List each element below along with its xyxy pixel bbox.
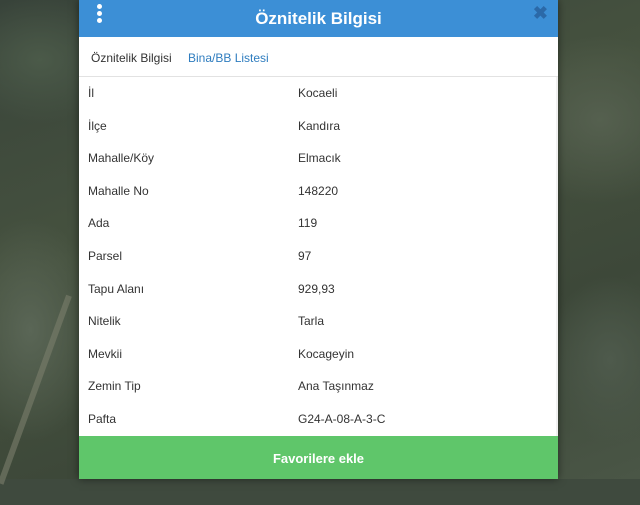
attribute-value: Elmacık (298, 151, 341, 166)
close-icon[interactable]: ✖ (533, 3, 548, 23)
tab-building-list[interactable]: Bina/BB Listesi (188, 37, 269, 76)
attribute-value: G24-A-08-A-3-C (298, 411, 386, 426)
attribute-info-modal: Öznitelik Bilgisi ✖ Öznitelik Bilgisi Bi… (79, 0, 558, 479)
attribute-key: Zemin Tip (88, 379, 141, 394)
scrollbar[interactable] (556, 77, 558, 437)
tab-bar: Öznitelik Bilgisi Bina/BB Listesi (79, 37, 558, 77)
attribute-key: Nitelik (88, 314, 121, 329)
modal-title: Öznitelik Bilgisi (255, 9, 382, 28)
table-row: Zemin Tip Ana Taşınmaz (79, 370, 558, 403)
add-to-favorites-button[interactable]: Favorilere ekle (79, 436, 558, 479)
attribute-value: Kocageyin (298, 346, 355, 361)
modal-header: Öznitelik Bilgisi ✖ (79, 0, 558, 37)
table-row: Nitelik Tarla (79, 305, 558, 338)
attribute-value: 148220 (298, 183, 339, 198)
table-row: Mahalle No 148220 (79, 175, 558, 208)
attribute-key: İl (88, 86, 94, 100)
attribute-key: Pafta (88, 411, 117, 426)
table-row: Mahalle/Köy Elmacık (79, 142, 558, 175)
attribute-key: Ada (88, 216, 110, 231)
attribute-key: Parsel (88, 248, 123, 263)
attribute-value: Kandıra (298, 118, 341, 133)
attribute-value: 929,93 (298, 281, 335, 296)
table-row: Mevkii Kocageyin (79, 338, 558, 371)
attribute-value: Tarla (298, 314, 325, 329)
attribute-value: 97 (298, 248, 312, 263)
attribute-value: 119 (298, 216, 318, 231)
table-row: Pafta G24-A-08-A-3-C (79, 403, 558, 436)
attribute-key: Mevkii (88, 346, 123, 361)
table-row: Parsel 97 (79, 240, 558, 273)
table-row: İl Kocaeli (79, 77, 558, 110)
attribute-key: Mahalle No (88, 183, 149, 198)
attribute-key: İlçe (88, 118, 107, 133)
attribute-value: Kocaeli (298, 86, 338, 100)
attribute-key: Mahalle/Köy (88, 151, 155, 166)
attribute-value: Ana Taşınmaz (298, 379, 374, 394)
attribute-key: Tapu Alanı (88, 281, 145, 296)
table-row: Ada 119 (79, 207, 558, 240)
attribute-table: İl Kocaeli İlçe Kandıra Mahalle/Köy Elma… (79, 77, 558, 436)
table-row: İlçe Kandıra (79, 110, 558, 143)
tab-attribute-info[interactable]: Öznitelik Bilgisi (91, 37, 172, 76)
table-row: Tapu Alanı 929,93 (79, 273, 558, 306)
